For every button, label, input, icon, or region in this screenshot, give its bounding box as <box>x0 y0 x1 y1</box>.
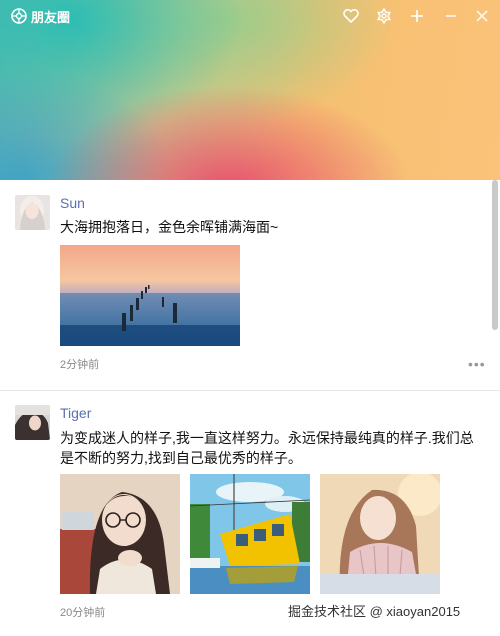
post-image-girl-scarf[interactable] <box>320 474 440 594</box>
heart-icon[interactable] <box>341 6 361 26</box>
username[interactable]: Tiger <box>60 405 91 421</box>
more-options-icon[interactable]: ••• <box>468 356 486 372</box>
post-content: 为变成迷人的样子,我一直这样努力。永远保持最纯真的样子.我们总是不断的努力,找到… <box>60 430 474 466</box>
post-content: 大海拥抱落日，金色余晖铺满海面~ <box>60 219 279 235</box>
post-time: 20分钟前 <box>60 607 106 619</box>
watermark: 掘金技术社区 @ xiaoyan2015 <box>288 604 461 619</box>
close-icon[interactable] <box>472 6 492 26</box>
plus-icon[interactable] <box>407 6 427 26</box>
post-image-girl-glasses[interactable] <box>60 474 180 594</box>
aperture-icon <box>11 8 27 24</box>
post-time: 2分钟前 <box>60 359 100 371</box>
username[interactable]: Sun <box>60 195 85 211</box>
window-title: 朋友圈 <box>31 10 71 25</box>
post-image-sunset-pier[interactable] <box>60 245 240 346</box>
avatar[interactable] <box>15 195 50 230</box>
scrollbar[interactable] <box>492 180 498 330</box>
settings-icon[interactable] <box>374 6 394 26</box>
avatar[interactable] <box>15 405 50 440</box>
post-image-train[interactable] <box>190 474 310 594</box>
title-bar: 朋友圈 <box>0 0 500 32</box>
post-divider <box>0 390 500 391</box>
minimize-icon[interactable] <box>441 6 461 26</box>
